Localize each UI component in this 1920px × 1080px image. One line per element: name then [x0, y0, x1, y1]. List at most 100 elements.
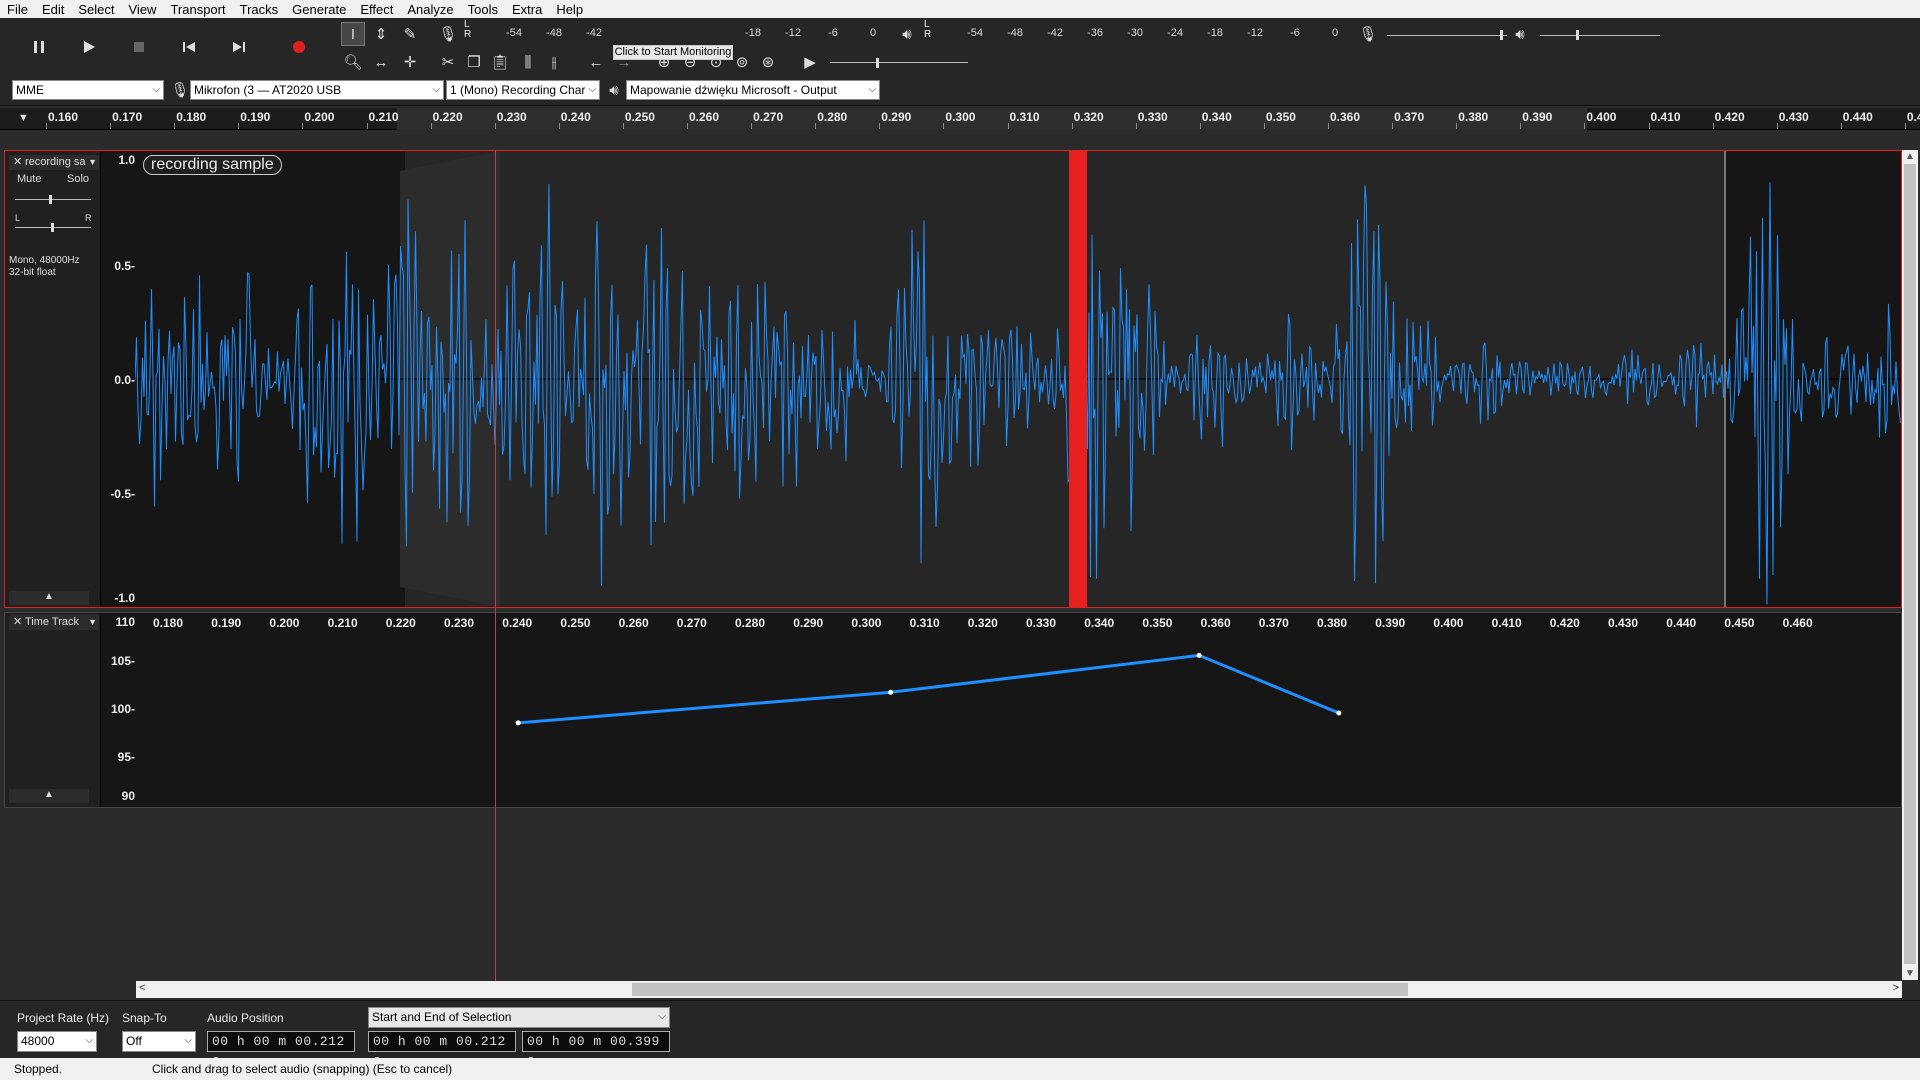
menu-effect[interactable]: Effect	[353, 0, 400, 18]
zoom-toggle-button[interactable]: ⊛	[756, 50, 780, 74]
silence-icon: ⫲	[551, 53, 557, 71]
stop-button[interactable]	[122, 30, 156, 64]
recording-channels-select[interactable]: 1 (Mono) Recording Char ⌵	[446, 80, 600, 100]
play-at-speed-icon: ▶	[804, 54, 816, 71]
horizontal-scrollbar[interactable]: < >	[136, 981, 1902, 998]
speed-scale-90: 90	[121, 789, 135, 803]
gain-slider[interactable]	[15, 199, 91, 200]
recording-volume-slider[interactable]	[1387, 35, 1507, 36]
record-meter-scale-right[interactable]: -18 -12 -6 0	[733, 27, 893, 39]
menu-help[interactable]: Help	[549, 0, 590, 18]
play-button[interactable]	[72, 30, 106, 64]
waveform-area[interactable]: recording sample	[134, 151, 1901, 607]
menu-generate[interactable]: Generate	[285, 0, 353, 18]
envelope-control-point[interactable]	[888, 689, 894, 695]
time-track-ruler-label: 0.270	[677, 616, 707, 630]
menu-tracks[interactable]: Tracks	[233, 0, 286, 18]
time-track-area[interactable]: 0.180 0.190 0.200 0.210 0.220 0.230 0.240 0.250…	[135, 613, 1901, 807]
ruler-tick-label: 0.300	[945, 110, 976, 124]
draw-tool[interactable]: ✎	[398, 22, 422, 46]
time-shift-tool[interactable]: ↔	[369, 50, 393, 74]
undo-button[interactable]: ←	[584, 50, 608, 74]
copy-button[interactable]: ❐	[462, 50, 486, 74]
zoom-out-button[interactable]: ⊖	[678, 50, 702, 74]
play-meter-button[interactable]: 🔊︎	[895, 22, 919, 46]
envelope-control-point[interactable]	[1336, 710, 1342, 716]
audio-position-field[interactable]: 00 h 00 m 00.212 s	[207, 1031, 355, 1068]
empty-track-area[interactable]	[0, 808, 1902, 981]
collapse-time-track-button[interactable]: ▲	[9, 789, 89, 803]
close-icon[interactable]: ✕	[13, 155, 22, 170]
audio-host-select[interactable]: MME ⌵	[12, 80, 164, 100]
scroll-left-icon[interactable]: <	[139, 982, 145, 994]
multi-tool[interactable]: ✛	[398, 50, 422, 74]
close-icon[interactable]: ✕	[13, 615, 22, 630]
cut-button[interactable]: ✂	[436, 50, 460, 74]
envelope-tool[interactable]: ⇕	[369, 22, 393, 46]
ruler-tick-label: 0.240	[560, 110, 591, 124]
waveform-canvas[interactable]	[134, 151, 1901, 607]
skip-to-start-button[interactable]	[172, 30, 206, 64]
pan-slider-thumb[interactable]	[51, 223, 54, 232]
menu-edit[interactable]: Edit	[35, 0, 71, 18]
time-track-canvas[interactable]: 0.180 0.190 0.200 0.210 0.220 0.230 0.240 0.250…	[135, 613, 1901, 807]
vertical-scroll-thumb[interactable]	[1904, 164, 1916, 964]
scroll-right-icon[interactable]: >	[1893, 982, 1899, 994]
play-at-speed-button[interactable]: ▶	[798, 50, 822, 74]
record-meter-button[interactable]: 🎙︎	[436, 22, 460, 46]
pin-icon[interactable]: ▼	[18, 112, 29, 124]
recording-device-select[interactable]: Mikrofon (3 — AT2020 USB ⌵	[190, 80, 444, 100]
selection-start-field[interactable]: 00 h 00 m 00.212 s	[368, 1031, 516, 1068]
skip-to-end-button[interactable]	[222, 30, 256, 64]
menu-view[interactable]: View	[122, 0, 164, 18]
menu-select[interactable]: Select	[71, 0, 121, 18]
time-track-ruler-label: 0.440	[1666, 616, 1696, 630]
clip-name-label[interactable]: recording sample	[143, 155, 282, 175]
ruler-tick-label: 0.320	[1073, 110, 1104, 124]
recording-volume-thumb[interactable]	[1500, 30, 1503, 40]
envelope-control-point[interactable]	[1196, 652, 1202, 658]
gain-slider-thumb[interactable]	[49, 195, 52, 204]
scroll-up-icon[interactable]: ▲	[1905, 151, 1915, 162]
scroll-down-icon[interactable]: ▼	[1905, 968, 1915, 979]
track-name-menu[interactable]: ✕ recording sa ▼	[9, 155, 99, 170]
play-meter-scale[interactable]: -54 -48 -42 -36 -30 -24 -18 -12 -6 0	[955, 27, 1355, 39]
redo-button[interactable]: →	[612, 50, 636, 74]
project-rate-select[interactable]: 48000 ⌵	[17, 1031, 97, 1052]
playback-device-select[interactable]: Mapowanie dźwięku Microsoft - Output ⌵	[626, 80, 880, 100]
snap-to-select[interactable]: Off ⌵	[122, 1031, 196, 1052]
zoom-tool[interactable]: 🔍︎	[341, 50, 365, 74]
ruler-tick-mark	[1199, 123, 1201, 129]
zoom-in-button[interactable]: ⊕	[652, 50, 676, 74]
selection-mode-select[interactable]: Start and End of Selection ⌵	[368, 1007, 670, 1028]
ruler-tick-label: 0.160	[48, 110, 79, 124]
menu-analyze[interactable]: Analyze	[400, 0, 460, 18]
selection-end-field[interactable]: 00 h 00 m 00.399 s	[522, 1031, 670, 1068]
selection-tool[interactable]: I	[341, 22, 365, 46]
speed-envelope-line[interactable]	[518, 653, 1340, 725]
fit-project-button[interactable]: ⊚	[730, 50, 754, 74]
menu-transport[interactable]: Transport	[163, 0, 232, 18]
solo-button[interactable]: Solo	[67, 173, 89, 185]
vertical-scrollbar[interactable]: ▲ ▼	[1902, 150, 1918, 980]
playback-volume-slider[interactable]	[1540, 35, 1660, 36]
menu-file[interactable]: File	[0, 0, 35, 18]
paste-button[interactable]: 📋︎	[488, 50, 512, 74]
record-button[interactable]	[282, 30, 316, 64]
play-speed-slider[interactable]	[830, 62, 968, 63]
record-meter-scale-left[interactable]: -54 -48 -42	[494, 27, 614, 39]
silence-button[interactable]: ⫲	[542, 50, 566, 74]
playback-volume-thumb[interactable]	[1576, 30, 1579, 40]
envelope-control-point[interactable]	[515, 720, 521, 726]
menu-extra[interactable]: Extra	[505, 0, 549, 18]
mute-button[interactable]: Mute	[17, 173, 41, 185]
horizontal-scroll-thumb[interactable]	[632, 983, 1408, 996]
time-track-name-menu[interactable]: ✕ Time Track ▼	[9, 615, 99, 630]
pause-button[interactable]	[22, 30, 56, 64]
collapse-track-button[interactable]: ▲	[9, 591, 89, 605]
menu-tools[interactable]: Tools	[461, 0, 505, 18]
timeline-ruler[interactable]: ▼ 0.160 0.170 0.180 0.190 0.200 0.210 0.220 0.2…	[0, 108, 1920, 130]
trim-button[interactable]: ⫼	[516, 50, 540, 74]
fit-selection-button[interactable]: ⊙	[704, 50, 728, 74]
play-speed-thumb[interactable]	[876, 58, 879, 68]
